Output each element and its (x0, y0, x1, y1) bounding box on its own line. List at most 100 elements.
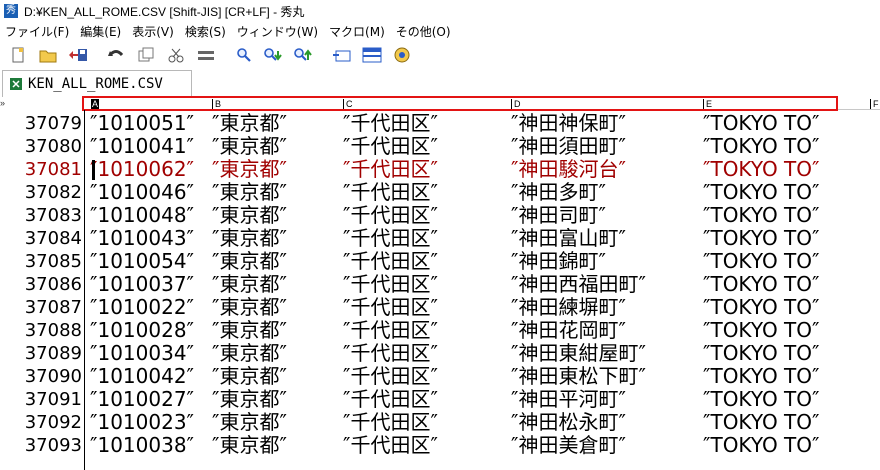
csv-field[interactable]: ″千代田区″ (343, 204, 438, 227)
text-line[interactable]: 37089 ″1010034″ ″東京都″ ″千代田区″ ″神田東紺屋町″ ″TOKYO … (0, 342, 880, 365)
column-marker-f[interactable]: F (870, 99, 879, 109)
csv-field[interactable]: ″TOKYO TO″ (703, 319, 819, 342)
tab-ken-all-rome[interactable]: KEN_ALL_ROME.CSV (2, 70, 192, 97)
csv-field[interactable]: ″神田神保町″ (511, 112, 626, 135)
csv-field[interactable]: ″千代田区″ (343, 388, 438, 411)
search-down-icon[interactable] (262, 44, 286, 66)
text-line[interactable]: 37093 ″1010038″ ″東京都″ ″千代田区″ ″神田美倉町″ ″TOKYO T… (0, 434, 880, 457)
save-icon[interactable] (66, 44, 90, 66)
open-folder-icon[interactable] (36, 44, 60, 66)
csv-field[interactable]: ″千代田区″ (343, 319, 438, 342)
jump-icon[interactable] (330, 44, 354, 66)
text-line[interactable]: 37081 ″1010062″ ″東京都″ ″千代田区″ ″神田駿河台″ ″TOKYO T… (0, 158, 880, 181)
new-file-icon[interactable] (6, 44, 30, 66)
csv-field[interactable]: ″東京都″ (212, 158, 287, 181)
csv-field[interactable]: ″1010051″ (90, 112, 194, 135)
menu-item-4[interactable]: ウィンドウ(W) (232, 23, 324, 40)
csv-field[interactable]: ″1010041″ (90, 135, 194, 158)
text-line[interactable]: 37088 ″1010028″ ″東京都″ ″千代田区″ ″神田花岡町″ ″TOKYO T… (0, 319, 880, 342)
csv-field[interactable]: ″1010038″ (90, 434, 194, 457)
text-line[interactable]: 37090 ″1010042″ ″東京都″ ″千代田区″ ″神田東松下町″ ″TOKYO … (0, 365, 880, 388)
csv-field[interactable]: ″TOKYO TO″ (703, 250, 819, 273)
csv-field[interactable]: ″千代田区″ (343, 296, 438, 319)
csv-field[interactable]: ″千代田区″ (343, 434, 438, 457)
copy-icon[interactable] (134, 44, 158, 66)
menu-item-2[interactable]: 表示(V) (127, 23, 180, 40)
csv-field[interactable]: ″千代田区″ (343, 158, 438, 181)
csv-field[interactable]: ″東京都″ (212, 365, 287, 388)
csv-field[interactable]: ″1010062″ (90, 158, 194, 181)
menu-item-3[interactable]: 検索(S) (180, 23, 232, 40)
csv-field[interactable]: ″TOKYO TO″ (703, 158, 819, 181)
csv-field[interactable]: ″1010043″ (90, 227, 194, 250)
text-line[interactable]: 37087 ″1010022″ ″東京都″ ″千代田区″ ″神田練塀町″ ″TOKYO T… (0, 296, 880, 319)
csv-field[interactable]: ″TOKYO TO″ (703, 411, 819, 434)
csv-field[interactable]: ″東京都″ (212, 181, 287, 204)
csv-field[interactable]: ″東京都″ (212, 135, 287, 158)
paste-icon[interactable] (194, 44, 218, 66)
menu-item-1[interactable]: 編集(E) (75, 23, 127, 40)
csv-field[interactable]: ″TOKYO TO″ (703, 388, 819, 411)
text-line[interactable]: 37079 ″1010051″ ″東京都″ ″千代田区″ ″神田神保町″ ″TOKYO T… (0, 112, 880, 135)
csv-field[interactable]: ″1010046″ (90, 181, 194, 204)
text-line[interactable]: 37084 ″1010043″ ″東京都″ ″千代田区″ ″神田富山町″ ″TOKYO T… (0, 227, 880, 250)
csv-field[interactable]: ″1010054″ (90, 250, 194, 273)
csv-field[interactable]: ″1010027″ (90, 388, 194, 411)
csv-field[interactable]: ″東京都″ (212, 250, 287, 273)
menu-item-0[interactable]: ファイル(F) (0, 23, 75, 40)
csv-field[interactable]: ″TOKYO TO″ (703, 112, 819, 135)
csv-field[interactable]: ″千代田区″ (343, 250, 438, 273)
csv-field[interactable]: ″東京都″ (212, 112, 287, 135)
csv-field[interactable]: ″TOKYO TO″ (703, 342, 819, 365)
csv-field[interactable]: ″TOKYO TO″ (703, 135, 819, 158)
csv-field[interactable]: ″TOKYO TO″ (703, 273, 819, 296)
csv-field[interactable]: ″千代田区″ (343, 411, 438, 434)
text-line[interactable]: 37085 ″1010054″ ″東京都″ ″千代田区″ ″神田錦町″ ″TOKYO TO… (0, 250, 880, 273)
csv-field[interactable]: ″TOKYO TO″ (703, 365, 819, 388)
csv-field[interactable]: ″東京都″ (212, 388, 287, 411)
csv-field[interactable]: ″1010028″ (90, 319, 194, 342)
csv-field[interactable]: ″千代田区″ (343, 365, 438, 388)
text-line[interactable]: 37083 ″1010048″ ″東京都″ ″千代田区″ ″神田司町″ ″TOKYO TO… (0, 204, 880, 227)
split-window-icon[interactable] (360, 44, 384, 66)
csv-field[interactable]: ″千代田区″ (343, 342, 438, 365)
cut-icon[interactable] (164, 44, 188, 66)
csv-field[interactable]: ″東京都″ (212, 319, 287, 342)
csv-field[interactable]: ″神田須田町″ (511, 135, 626, 158)
csv-field[interactable]: ″1010022″ (90, 296, 194, 319)
csv-field[interactable]: ″神田東松下町″ (511, 365, 646, 388)
csv-field[interactable]: ″東京都″ (212, 342, 287, 365)
csv-field[interactable]: ″神田花岡町″ (511, 319, 626, 342)
csv-field[interactable]: ″千代田区″ (343, 273, 438, 296)
csv-field[interactable]: ″神田練塀町″ (511, 296, 626, 319)
csv-field[interactable]: ″神田司町″ (511, 204, 606, 227)
csv-field[interactable]: ″千代田区″ (343, 112, 438, 135)
csv-field[interactable]: ″1010037″ (90, 273, 194, 296)
csv-field[interactable]: ″東京都″ (212, 204, 287, 227)
text-line[interactable]: 37091 ″1010027″ ″東京都″ ″千代田区″ ″神田平河町″ ″TOKYO T… (0, 388, 880, 411)
csv-field[interactable]: ″千代田区″ (343, 181, 438, 204)
menu-item-6[interactable]: その他(O) (391, 23, 457, 40)
csv-field[interactable]: ″神田西福田町″ (511, 273, 646, 296)
csv-field[interactable]: ″神田錦町″ (511, 250, 606, 273)
text-line[interactable]: 37080 ″1010041″ ″東京都″ ″千代田区″ ″神田須田町″ ″TOKYO T… (0, 135, 880, 158)
text-line[interactable]: 37086 ″1010037″ ″東京都″ ″千代田区″ ″神田西福田町″ ″TOKYO … (0, 273, 880, 296)
csv-field[interactable]: ″TOKYO TO″ (703, 204, 819, 227)
csv-field[interactable]: ″神田松永町″ (511, 411, 626, 434)
csv-field[interactable]: ″TOKYO TO″ (703, 434, 819, 457)
csv-field[interactable]: ″TOKYO TO″ (703, 181, 819, 204)
csv-field[interactable]: ″東京都″ (212, 434, 287, 457)
csv-field[interactable]: ″神田東紺屋町″ (511, 342, 646, 365)
ruler-chevron-icon[interactable]: » (0, 98, 5, 108)
text-line[interactable]: 37082 ″1010046″ ″東京都″ ″千代田区″ ″神田多町″ ″TOKYO TO… (0, 181, 880, 204)
csv-field[interactable]: ″TOKYO TO″ (703, 227, 819, 250)
csv-field[interactable]: ″東京都″ (212, 296, 287, 319)
help-icon[interactable] (390, 44, 414, 66)
search-up-icon[interactable] (292, 44, 316, 66)
csv-field[interactable]: ″東京都″ (212, 227, 287, 250)
csv-field[interactable]: ″神田美倉町″ (511, 434, 626, 457)
csv-field[interactable]: ″1010023″ (90, 411, 194, 434)
csv-field[interactable]: ″千代田区″ (343, 227, 438, 250)
text-line[interactable]: 37092 ″1010023″ ″東京都″ ″千代田区″ ″神田松永町″ ″TOKYO T… (0, 411, 880, 434)
search-icon[interactable] (232, 44, 256, 66)
